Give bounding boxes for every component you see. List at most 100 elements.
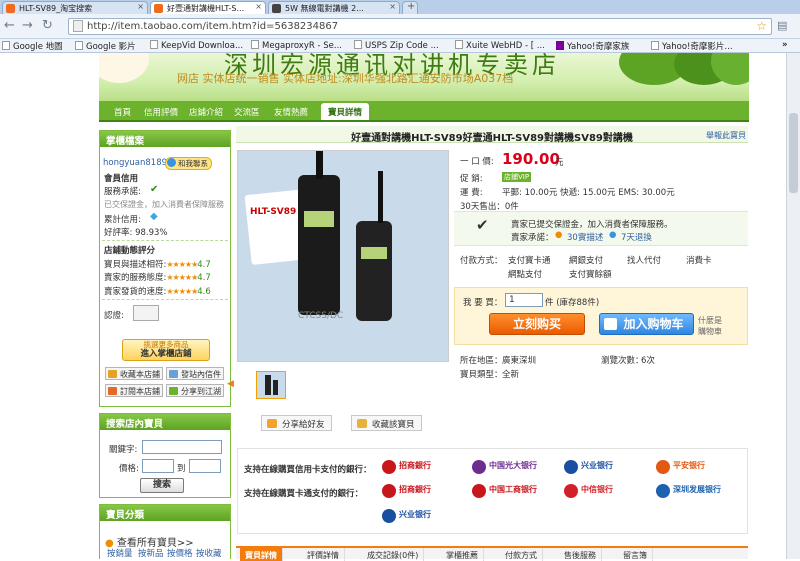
share-shop-button[interactable]: 分享到江湖 xyxy=(166,384,224,397)
new-tab-button[interactable]: + xyxy=(402,1,418,14)
mail-icon xyxy=(169,370,178,378)
shop-nav-forum[interactable]: 交流區 xyxy=(234,106,260,118)
page-menu-icon[interactable]: ▤ xyxy=(777,18,787,34)
shop-nav-about[interactable]: 店鋪介紹 xyxy=(189,106,223,118)
bookmark-item[interactable]: Yahoo!奇摩影片... xyxy=(651,40,733,52)
favorite-item-button[interactable]: 收藏該寶貝 xyxy=(351,415,422,431)
browser-tab-3[interactable]: 5W 無線電對講機 2... × xyxy=(268,1,400,14)
bookmark-item[interactable]: USPS Zip Code ... xyxy=(354,40,439,51)
price-min-input[interactable] xyxy=(142,459,174,473)
folder-icon xyxy=(651,41,659,50)
guarantee-shield-icon: ✔ xyxy=(476,216,489,234)
tab-payment-methods[interactable]: 付款方式 xyxy=(500,548,543,561)
seven-day-return-link[interactable]: 7天退換 xyxy=(621,231,652,243)
good-rate-line: 好評率: 98.93% xyxy=(104,228,168,238)
shop-nav-item-details[interactable]: 寶貝詳情 xyxy=(321,103,370,120)
forward-arrow-icon[interactable]: → xyxy=(22,18,33,34)
close-icon[interactable]: × xyxy=(255,2,262,11)
tab-seller-recommend[interactable]: 掌櫃推薦 xyxy=(441,548,484,561)
shop-nav-ratings[interactable]: 信用評價 xyxy=(144,106,178,118)
folder-icon xyxy=(455,40,463,49)
sort-by-favorite-link[interactable]: 按收藏 xyxy=(196,547,222,559)
product-photo[interactable]: HLT-SV89 CTCSS/DC xyxy=(237,150,449,362)
folder-icon xyxy=(251,40,259,49)
contact-seller-button[interactable]: 和我聯系 xyxy=(165,157,212,170)
page-scrollbar[interactable] xyxy=(786,53,800,559)
back-arrow-icon[interactable]: ← xyxy=(4,18,15,34)
buy-now-button[interactable]: 立刻购买 xyxy=(489,313,585,335)
send-message-button[interactable]: 發站內信件 xyxy=(166,367,224,380)
bookmark-item[interactable]: KeepVid Downloa... xyxy=(150,40,243,51)
seller-name-link[interactable]: hongyuan8189 xyxy=(103,158,167,168)
share-to-friend-button[interactable]: 分享給好友 xyxy=(261,415,332,431)
rating-row: 賣家的服務態度:★★★★★4.7 xyxy=(104,273,211,283)
bank-icon xyxy=(564,460,578,474)
url-text: http://item.taobao.com/item.htm?id=56382… xyxy=(87,21,339,32)
sort-by-price-link[interactable]: 按價格 xyxy=(167,547,193,559)
product-thumbnail[interactable] xyxy=(256,371,286,399)
rating-row: 賣家發貨的速度:★★★★★4.6 xyxy=(104,287,211,297)
truthful-description-link[interactable]: 30實描述 xyxy=(567,231,603,243)
payment-method: 支付寶餘額 xyxy=(569,270,612,280)
id-card-icon xyxy=(133,305,159,321)
what-is-cart-link[interactable]: 購物車 xyxy=(698,326,722,337)
bank-icon xyxy=(472,484,486,498)
price-max-input[interactable] xyxy=(189,459,221,473)
tab-item-details[interactable]: 寶貝詳情 xyxy=(240,548,283,561)
bookmark-item[interactable]: Yahoo!奇摩家族 xyxy=(556,40,629,52)
bookmark-item[interactable]: Xuite WebHD - [ ... xyxy=(455,40,545,51)
report-item-link[interactable]: 舉報此寶貝 xyxy=(706,130,746,141)
rss-icon xyxy=(108,387,117,395)
sort-by-sales-link[interactable]: 按銷量 xyxy=(107,547,133,559)
sort-by-new-link[interactable]: 按新品 xyxy=(138,547,164,559)
payment-method: 網點支付 xyxy=(508,270,543,280)
quantity-label: 我 要 買： xyxy=(463,298,503,308)
bank-icon xyxy=(656,460,670,474)
shop-banner-subtitle: 网店 实体店统一销售 实体店地址:深圳华强北路汇通安防市场A037档 xyxy=(177,72,514,85)
browser-tab-1[interactable]: HLT-SV89_淘宝搜索 × xyxy=(2,1,148,14)
what-is-cart-link[interactable]: 什麼是 xyxy=(698,315,722,326)
thumb-scroll-left-icon[interactable]: ◀ xyxy=(227,379,234,389)
tab-reviews[interactable]: 評價詳情 xyxy=(302,548,345,561)
reload-icon[interactable]: ↻ xyxy=(42,18,53,34)
bank-icon xyxy=(382,484,396,498)
shop-nav-recommend[interactable]: 友情熱薦 xyxy=(274,106,308,118)
browser-tab-2[interactable]: 好壹通對講機HLT-S... × xyxy=(150,1,266,14)
views-label: 瀏覽次數： xyxy=(601,356,644,366)
radio-display-image xyxy=(361,247,387,259)
bookmark-item[interactable]: MegaproxyR - Se... xyxy=(251,40,342,51)
tab-after-sales[interactable]: 售後服務 xyxy=(559,548,602,561)
shop-search-title: 搜索店內寶貝 xyxy=(100,414,230,430)
scrollbar-thumb[interactable] xyxy=(789,113,798,193)
shop-nav-home[interactable]: 首頁 xyxy=(114,106,131,118)
item-price: 190.00 xyxy=(502,150,560,168)
quantity-input[interactable]: 1 xyxy=(505,293,543,307)
enter-shop-button[interactable]: 挑選更多商品 進入掌櫃店鋪 xyxy=(122,339,210,361)
bank-logo-cmb: 招商銀行 xyxy=(382,460,431,474)
subscribe-shop-button[interactable]: 訂閱本店鋪 xyxy=(105,384,163,397)
bookmarks-bar: Google 地圖 Google 影片 KeepVid Downloa... M… xyxy=(0,39,800,53)
star-icon[interactable]: ☆ xyxy=(756,19,767,33)
product-box-text: CTCSS/DC xyxy=(298,311,344,321)
folder-icon xyxy=(354,40,362,49)
bank-logo-ceb: 中国光大银行 xyxy=(472,460,537,474)
shop-search-button[interactable]: 搜索 xyxy=(140,478,184,493)
radio-antenna-image xyxy=(316,151,323,179)
address-bar[interactable]: http://item.taobao.com/item.htm?id=56382… xyxy=(68,18,772,35)
bookmark-item[interactable]: Google 地圖 xyxy=(2,40,63,52)
bank-icon xyxy=(382,460,396,474)
add-to-cart-button[interactable]: 加入购物车 xyxy=(599,313,694,335)
tab-transactions[interactable]: 成交記錄(0件) xyxy=(362,548,425,561)
folder-icon xyxy=(150,40,158,49)
close-icon[interactable]: × xyxy=(137,2,144,11)
keyword-input[interactable] xyxy=(142,440,222,454)
tab-guestbook[interactable]: 留言簿 xyxy=(618,548,653,561)
close-icon[interactable]: × xyxy=(389,2,396,11)
favorite-shop-button[interactable]: 收藏本店鋪 xyxy=(105,367,163,380)
thumb-radio-image xyxy=(273,380,278,395)
tab-label: 好壹通對講機HLT-S... xyxy=(167,4,245,13)
price-to-label: 到 xyxy=(177,464,186,474)
more-bookmarks-icon[interactable]: » xyxy=(782,40,788,50)
bookmark-item[interactable]: Google 影片 xyxy=(75,40,136,52)
debit-banks-label: 支持在線購買卡通支付的銀行： xyxy=(244,489,364,499)
